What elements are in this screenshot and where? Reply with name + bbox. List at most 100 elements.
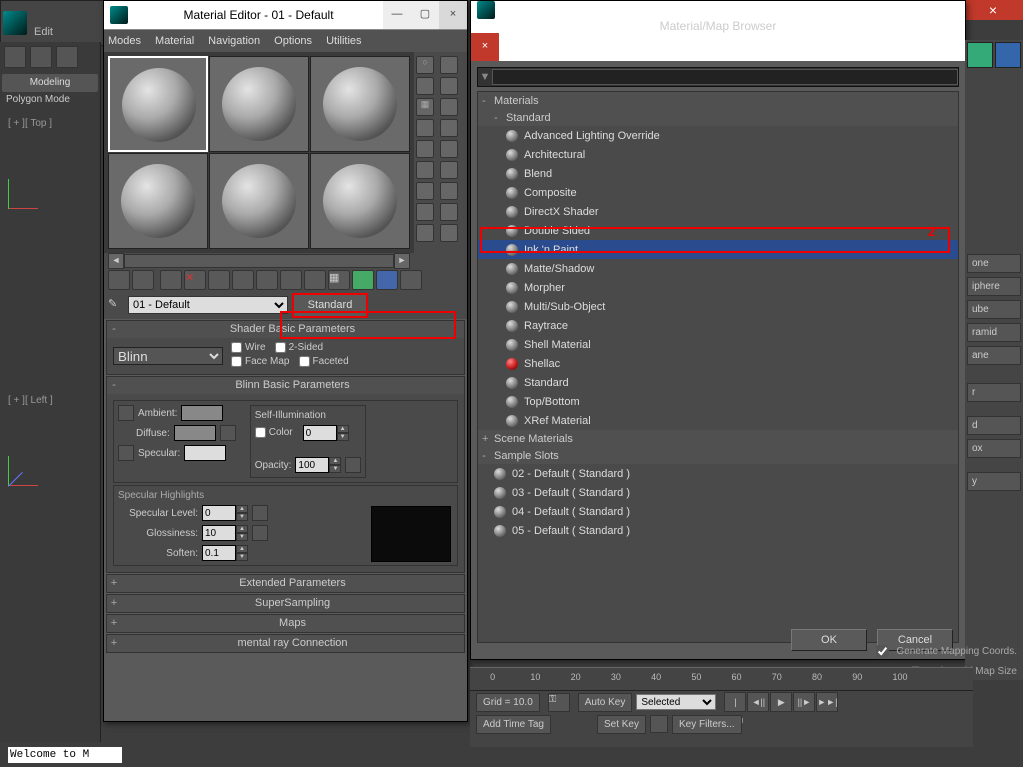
key-filters-button[interactable]: Key Filters... — [672, 715, 742, 734]
material-item[interactable]: Composite — [478, 183, 958, 202]
auto-key-button[interactable]: Auto Key — [578, 693, 633, 712]
material-item[interactable]: Architectural — [478, 145, 958, 164]
sample-slot-3[interactable] — [310, 56, 410, 152]
generate-mapping-checkbox[interactable]: Generate Mapping Coords. — [872, 642, 1017, 661]
self-illum-spinner[interactable]: ▲▼ — [303, 425, 349, 441]
scrollbar-track[interactable] — [124, 254, 394, 268]
tool-icon[interactable] — [440, 119, 458, 137]
sample-slot-item[interactable]: 04 - Default ( Standard ) — [478, 502, 958, 521]
collapse-icon[interactable]: - — [107, 321, 121, 338]
search-input[interactable] — [492, 69, 958, 85]
material-item[interactable]: Shell Material — [478, 335, 958, 354]
bind-icon[interactable] — [56, 46, 78, 68]
video-check-icon[interactable] — [416, 140, 434, 158]
menu-navigation[interactable]: Navigation — [208, 35, 260, 47]
standard-group-header[interactable]: -Standard — [478, 109, 958, 126]
primitive-option[interactable]: d — [967, 416, 1021, 435]
add-time-tag-button[interactable]: Add Time Tag — [476, 715, 551, 734]
prev-frame-button[interactable]: ◄|| — [747, 692, 769, 712]
sample-slot-1[interactable] — [108, 56, 208, 152]
assign-icon[interactable] — [160, 270, 182, 290]
shader-select[interactable]: Blinn — [113, 347, 223, 365]
go-sibling-icon[interactable] — [376, 270, 398, 290]
scene-materials-header[interactable]: +Scene Materials — [478, 430, 958, 447]
collapse-icon[interactable]: - — [107, 377, 121, 394]
sample-scrollbar[interactable]: ◄ ► — [104, 253, 414, 269]
material-type-button[interactable]: Standard — [292, 293, 368, 318]
primitive-option[interactable]: ube — [967, 300, 1021, 319]
rollout-title[interactable]: Extended Parameters — [121, 575, 464, 592]
material-item[interactable]: DirectX Shader — [478, 202, 958, 221]
menu-material[interactable]: Material — [155, 35, 194, 47]
primitive-option[interactable]: one — [967, 254, 1021, 273]
rollout-title[interactable]: SuperSampling — [121, 595, 464, 612]
lock-icon[interactable] — [118, 405, 134, 421]
tool-icon[interactable] — [440, 98, 458, 116]
map-button[interactable] — [252, 505, 268, 521]
soften-spinner[interactable]: ▲▼ — [202, 545, 248, 561]
unlink-icon[interactable] — [30, 46, 52, 68]
search-dropdown-icon[interactable]: ▼ — [478, 71, 492, 83]
viewport-top-label[interactable]: [ + ][ Top ] — [8, 118, 52, 129]
preview-icon[interactable] — [416, 161, 434, 179]
expand-icon[interactable]: + — [107, 595, 121, 612]
expand-icon[interactable]: + — [107, 575, 121, 592]
tool-icon[interactable] — [440, 56, 458, 74]
sample-slot-item[interactable]: 05 - Default ( Standard ) — [478, 521, 958, 540]
sample-slot-item[interactable]: 03 - Default ( Standard ) — [478, 483, 958, 502]
primitive-option[interactable]: y — [967, 472, 1021, 491]
background-icon[interactable]: ▦ — [416, 98, 434, 116]
sample-slots-header[interactable]: -Sample Slots — [478, 447, 958, 464]
tool-icon[interactable] — [400, 270, 422, 290]
spec-level-spinner[interactable]: ▲▼ — [202, 505, 248, 521]
modeling-tab[interactable]: Modeling — [2, 74, 98, 92]
backlight-icon[interactable] — [416, 77, 434, 95]
tool-icon[interactable] — [440, 140, 458, 158]
two-sided-checkbox[interactable]: 2-Sided — [275, 342, 323, 353]
play-button[interactable]: ▶ — [770, 692, 792, 712]
material-item[interactable]: Advanced Lighting Override — [478, 126, 958, 145]
reset-icon[interactable]: ✕ — [184, 270, 206, 290]
minimize-button[interactable]: — — [383, 1, 411, 29]
ok-button[interactable]: OK — [791, 629, 867, 651]
browser-close-button[interactable]: × — [471, 33, 499, 61]
color-checkbox[interactable]: Color — [255, 427, 293, 438]
maximize-button[interactable]: ▢ — [411, 1, 439, 29]
materials-group-header[interactable]: -Materials — [478, 92, 958, 109]
options-icon[interactable] — [416, 182, 434, 200]
opacity-spinner[interactable]: ▲▼ — [295, 457, 341, 473]
material-item[interactable]: XRef Material — [478, 411, 958, 430]
lock-icon[interactable] — [118, 445, 134, 461]
get-material-icon[interactable] — [108, 270, 130, 290]
key-icon[interactable]: ⚿ — [548, 693, 570, 712]
faceted-checkbox[interactable]: Faceted — [299, 356, 349, 367]
rollout-title[interactable]: mental ray Connection — [121, 635, 464, 652]
show-in-view-icon[interactable] — [304, 270, 326, 290]
sample-slot-6[interactable] — [310, 153, 410, 249]
expand-icon[interactable]: + — [107, 635, 121, 652]
material-item[interactable]: Ink 'n Paint — [478, 240, 958, 259]
edit-menu-label[interactable]: Edit — [34, 26, 53, 38]
key-large-icon[interactable] — [650, 715, 668, 733]
sample-slot-item[interactable]: 02 - Default ( Standard ) — [478, 464, 958, 483]
material-name-input[interactable]: 01 - Default — [128, 296, 288, 314]
key-mode-select[interactable]: Selected — [636, 694, 716, 710]
goto-end-button[interactable]: ►►| — [816, 692, 838, 712]
link-icon[interactable] — [4, 46, 26, 68]
map-button[interactable] — [345, 457, 361, 473]
primitive-option[interactable]: ane — [967, 346, 1021, 365]
face-map-checkbox[interactable]: Face Map — [231, 356, 289, 367]
material-item[interactable]: Shellac — [478, 354, 958, 373]
goto-start-button[interactable]: |◄◄ — [724, 692, 746, 712]
app-close-button[interactable]: × — [963, 0, 1023, 20]
material-item[interactable]: Raytrace — [478, 316, 958, 335]
make-copy-icon[interactable] — [208, 270, 230, 290]
close-button[interactable]: × — [439, 1, 467, 29]
modify-tab-icon[interactable] — [995, 42, 1021, 68]
rollout-title[interactable]: Maps — [121, 615, 464, 632]
material-item[interactable]: Matte/Shadow — [478, 259, 958, 278]
wire-checkbox[interactable]: Wire — [231, 342, 266, 353]
select-by-mat-icon[interactable] — [416, 203, 434, 221]
primitive-option[interactable]: iphere — [967, 277, 1021, 296]
tool-icon[interactable] — [440, 182, 458, 200]
